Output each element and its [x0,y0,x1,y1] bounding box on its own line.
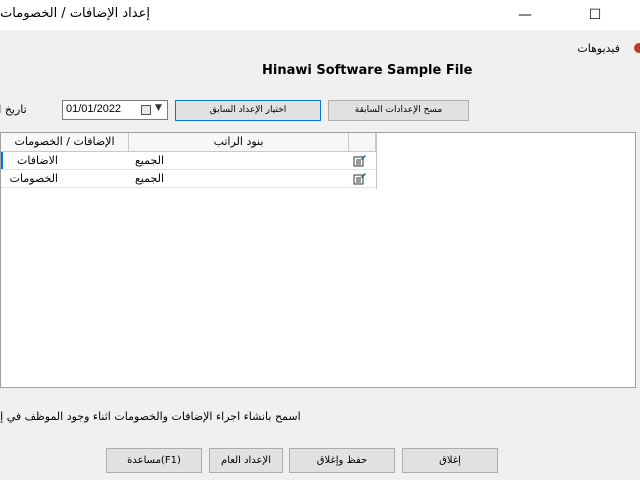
cell-items[interactable]: الجميع [135,152,164,169]
record-icon[interactable] [634,43,640,53]
calendar-icon[interactable] [141,105,151,115]
date-value: 01/01/2022 [66,103,122,115]
general-settings-button[interactable]: الإعداد العام [209,448,283,473]
choose-previous-settings-button[interactable]: اختيار الإعداد السابق [175,100,321,121]
column-header-edit [349,133,376,151]
clear-previous-settings-button[interactable]: مسح الإعدادات السابقة [328,100,469,121]
grid-header: الإضافات / الخصومات بنود الراتب [1,133,376,152]
company-name: Hinawi Software Sample File [262,63,473,78]
cell-type[interactable]: الخصومات [10,170,58,187]
save-close-button[interactable]: حفظ وإغلاق [289,448,395,473]
title-bar: إعداد الإضافات / الخصومات — ☐ X [0,0,640,30]
help-button[interactable]: (F1)مساعدة [106,448,202,473]
table-row[interactable]: الاضافات الجميع [1,152,376,170]
maximize-button[interactable]: ☐ [572,0,618,30]
column-header-type[interactable]: الإضافات / الخصومات [1,133,129,151]
videos-link[interactable]: فيديوهات [577,42,620,55]
date-picker[interactable]: 01/01/2022 ▼ [62,100,168,120]
date-label: تاريخ الإ [0,103,27,116]
dropdown-arrow-icon[interactable]: ▼ [155,103,162,113]
close-window-button[interactable]: X [622,0,640,30]
table-row[interactable]: الخصومات الجميع [1,170,376,188]
edit-row-icon[interactable] [353,172,367,185]
allow-during-leave-checkbox-label[interactable]: اسمح بانشاء اجراء الإضافات والخصومات اثن… [0,410,301,423]
minimize-button[interactable]: — [502,0,548,30]
close-button[interactable]: إغلاق [402,448,498,473]
edit-row-icon[interactable] [353,154,367,167]
grid-divider [376,133,377,189]
settings-grid[interactable]: الإضافات / الخصومات بنود الراتب الاضافات… [0,132,636,388]
column-header-items[interactable]: بنود الراتب [129,133,349,151]
window-title: إعداد الإضافات / الخصومات [0,6,150,21]
cell-type[interactable]: الاضافات [17,152,58,169]
cell-items[interactable]: الجميع [135,170,164,187]
